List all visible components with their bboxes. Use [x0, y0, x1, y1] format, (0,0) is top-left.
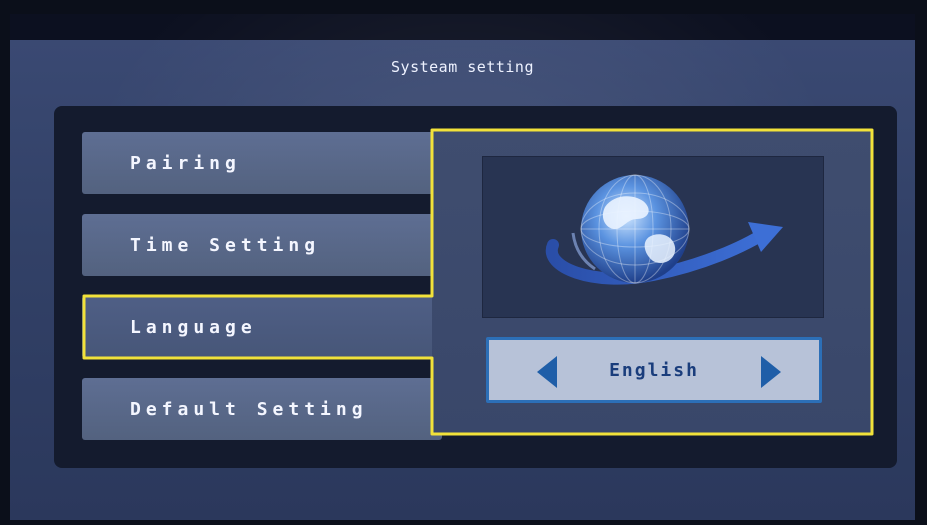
menu-item-label: Time Setting	[130, 234, 321, 256]
menu-item-label: Pairing	[130, 152, 241, 174]
device-screen: Systeam setting Pairing Time Setting Lan…	[10, 14, 915, 520]
globe-icon-frame	[482, 156, 824, 318]
menu-item-label: Language	[130, 316, 257, 338]
screen-top-edge	[10, 14, 915, 40]
globe-icon	[545, 174, 783, 285]
menu-item-language[interactable]: Language	[82, 296, 442, 358]
language-selector[interactable]: English	[486, 337, 822, 403]
arrow-right-icon[interactable]	[761, 356, 781, 388]
menu-item-label: Default Setting	[130, 398, 368, 420]
menu-item-time-setting[interactable]: Time Setting	[82, 214, 442, 276]
menu-item-pairing[interactable]: Pairing	[82, 132, 442, 194]
screen-title: Systeam setting	[391, 58, 534, 76]
menu-item-default-setting[interactable]: Default Setting	[82, 378, 442, 440]
